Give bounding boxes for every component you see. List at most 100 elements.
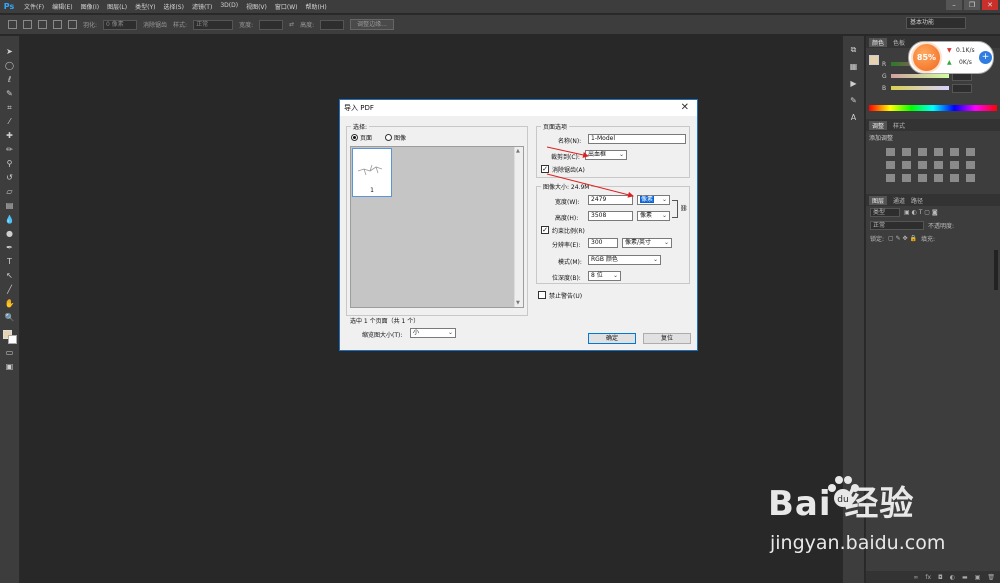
- menu-file[interactable]: 文件(F): [24, 2, 44, 11]
- depth-select[interactable]: 8 位 ⌄: [588, 271, 621, 281]
- menu-window[interactable]: 窗口(W): [275, 2, 298, 11]
- extra-icon[interactable]: [966, 174, 975, 182]
- plus-icon[interactable]: +: [979, 51, 992, 64]
- screen-mode-icon[interactable]: ▣: [4, 361, 15, 372]
- tab-adjust[interactable]: 调整: [869, 120, 888, 130]
- width-input[interactable]: 2479: [588, 195, 633, 205]
- pen-icon[interactable]: ✒: [4, 242, 15, 253]
- antialias-checkbox[interactable]: ✓: [541, 165, 549, 173]
- menu-type[interactable]: 类型(Y): [135, 2, 155, 11]
- photo-filter-icon[interactable]: [934, 161, 943, 169]
- marquee-tool-icon[interactable]: [8, 20, 17, 29]
- menu-help[interactable]: 帮助(H): [306, 2, 327, 11]
- history-brush-icon[interactable]: ↺: [4, 172, 15, 183]
- menu-select[interactable]: 选择(S): [163, 2, 184, 11]
- exposure-icon[interactable]: [934, 148, 943, 156]
- add-selection-icon[interactable]: [38, 20, 47, 29]
- marquee-icon[interactable]: ◯: [4, 60, 15, 71]
- menu-image[interactable]: 图像(I): [81, 2, 99, 11]
- lasso-icon[interactable]: ℓ: [4, 74, 15, 85]
- move-tool-icon[interactable]: ➤: [4, 46, 15, 57]
- width-unit-select[interactable]: 像素 ⌄: [637, 195, 670, 205]
- radio-pages[interactable]: 页面: [351, 133, 372, 142]
- ok-button[interactable]: 确定: [588, 333, 636, 344]
- feather-input[interactable]: 0 像素: [103, 19, 138, 30]
- brush-icon[interactable]: ✏: [4, 144, 15, 155]
- line-icon[interactable]: ╱: [4, 284, 15, 295]
- antialias-option[interactable]: 消除锯齿: [143, 20, 167, 29]
- selective-color-icon[interactable]: [950, 174, 959, 182]
- slider-b-track[interactable]: [891, 86, 949, 90]
- levels-icon[interactable]: [902, 148, 911, 156]
- dodge-icon[interactable]: ●: [4, 228, 15, 239]
- radio-pages-dot[interactable]: [351, 134, 358, 141]
- tab-layers[interactable]: 图层: [869, 195, 888, 205]
- menu-filter[interactable]: 滤镜(T): [192, 2, 212, 11]
- gradient-map-icon[interactable]: [934, 174, 943, 182]
- dialog-close-icon[interactable]: ✕: [681, 102, 689, 113]
- vibrance-icon[interactable]: [950, 148, 959, 156]
- history-panel-icon[interactable]: ⧉: [848, 44, 859, 55]
- slider-g-track[interactable]: [891, 74, 949, 78]
- close-window-icon[interactable]: ✕: [982, 0, 998, 10]
- lock-icons[interactable]: ▢ ✎ ✥ 🔒: [888, 235, 917, 242]
- lookup-icon[interactable]: [966, 161, 975, 169]
- restore-icon[interactable]: ❐: [964, 0, 980, 10]
- tab-paths[interactable]: 路径: [911, 196, 923, 205]
- reset-button[interactable]: 复位: [643, 333, 691, 344]
- properties-panel-icon[interactable]: ▦: [848, 61, 859, 72]
- invert-icon[interactable]: [886, 174, 895, 182]
- minimize-icon[interactable]: –: [946, 0, 962, 10]
- blur-icon[interactable]: 💧: [4, 214, 15, 225]
- quick-mask-icon[interactable]: ▭: [4, 347, 15, 358]
- eraser-icon[interactable]: ▱: [4, 186, 15, 197]
- healing-brush-icon[interactable]: ✚: [4, 130, 15, 141]
- width-input[interactable]: [259, 19, 284, 30]
- crop-select[interactable]: 出血框 ⌄: [585, 150, 627, 160]
- workspace-select[interactable]: 基本功能: [906, 17, 966, 29]
- color-balance-icon[interactable]: [902, 161, 911, 169]
- preview-scrollbar[interactable]: ▲ ▼: [514, 147, 523, 307]
- tab-styles[interactable]: 样式: [893, 121, 905, 130]
- name-input[interactable]: 1-Model: [588, 134, 686, 144]
- background-color[interactable]: [7, 335, 17, 344]
- fg-color-chip[interactable]: [869, 55, 879, 65]
- radio-images-dot[interactable]: [385, 134, 392, 141]
- eyedropper-icon[interactable]: ⁄: [4, 116, 15, 127]
- height-unit-select[interactable]: 像素 ⌄: [637, 211, 670, 221]
- clone-stamp-icon[interactable]: ⚲: [4, 158, 15, 169]
- height-input[interactable]: 3508: [588, 211, 633, 221]
- zoom-icon[interactable]: 🔍: [4, 312, 15, 323]
- path-select-icon[interactable]: ↖: [4, 270, 15, 281]
- style-select[interactable]: 正常: [193, 19, 234, 30]
- panel-scrollbar[interactable]: [994, 250, 998, 290]
- subtract-selection-icon[interactable]: [53, 20, 62, 29]
- menu-view[interactable]: 视图(V): [246, 2, 267, 11]
- menu-3d[interactable]: 3D(D): [220, 2, 238, 11]
- threshold-icon[interactable]: [918, 174, 927, 182]
- speed-widget[interactable]: 85% ▼ 0.1K/s ▲ 0K/s +: [908, 41, 994, 74]
- curves-icon[interactable]: [918, 148, 927, 156]
- constrain-checkbox[interactable]: ✓: [541, 226, 549, 234]
- tab-channels[interactable]: 通道: [893, 196, 905, 205]
- mode-select[interactable]: RGB 颜色 ⌄: [588, 255, 661, 265]
- spare-icon[interactable]: [966, 148, 975, 156]
- height-input[interactable]: [320, 19, 345, 30]
- menu-layer[interactable]: 图层(L): [107, 2, 127, 11]
- intersect-selection-icon[interactable]: [68, 20, 77, 29]
- color-swatches[interactable]: [2, 330, 17, 344]
- hand-icon[interactable]: ✋: [4, 298, 15, 309]
- thumb-size-select[interactable]: 小 ⌄: [410, 328, 456, 338]
- filter-icons[interactable]: ▣ ◐ T ▢ ◙: [904, 209, 938, 216]
- swap-icon[interactable]: ⇄: [289, 21, 294, 28]
- scroll-up-icon[interactable]: ▲: [516, 148, 520, 154]
- crop-icon[interactable]: ⌗: [4, 102, 15, 113]
- brush-panel-icon[interactable]: ✎: [848, 95, 859, 106]
- layer-kind-select[interactable]: 类型: [870, 208, 900, 217]
- tab-color[interactable]: 颜色: [869, 37, 888, 47]
- resolution-input[interactable]: 300: [588, 238, 618, 248]
- bw-icon[interactable]: [918, 161, 927, 169]
- suppress-warnings-checkbox[interactable]: [538, 291, 546, 299]
- chain-link-icon[interactable]: ⛓: [680, 205, 688, 212]
- posterize-icon[interactable]: [902, 174, 911, 182]
